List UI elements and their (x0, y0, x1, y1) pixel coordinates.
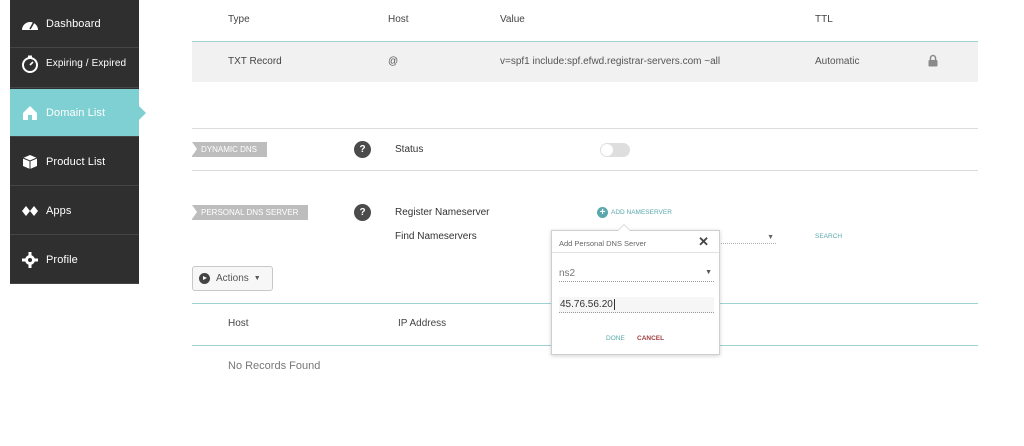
personal-dns-tag: PERSONAL DNS SERVER (192, 205, 309, 220)
sidebar-item-label: Domain List (46, 106, 106, 119)
help-icon[interactable]: ? (354, 141, 371, 158)
status-label: Status (395, 144, 424, 155)
nameserver-select-value: ns2 (559, 268, 576, 279)
empty-state-text: No Records Found (228, 360, 321, 372)
play-icon (199, 273, 210, 284)
divider (192, 170, 978, 171)
column-header-ip-address: IP Address (398, 318, 447, 329)
record-ttl: Automatic (815, 56, 860, 67)
sidebar-item-label: Profile (46, 253, 78, 266)
add-personal-dns-popup: Add Personal DNS Server ✕ ns2 ▼ 45.76.56… (551, 224, 720, 355)
sidebar-item-label: Apps (46, 204, 72, 217)
dashboard-gauge-icon (19, 13, 41, 35)
find-nameservers-label: Find Nameservers (395, 231, 477, 242)
sidebar-item-apps[interactable]: Apps (10, 187, 139, 235)
table-row[interactable]: TXT Record @ v=spf1 include:spf.efwd.reg… (192, 41, 978, 82)
add-nameserver-button[interactable]: + ADD NAMESERVER (597, 207, 672, 218)
nameserver-select[interactable]: ns2 ▼ (559, 268, 714, 282)
find-nameservers-select[interactable]: ▼ (717, 232, 776, 244)
sidebar-item-label: Dashboard (46, 17, 101, 30)
record-value: v=spf1 include:spf.efwd.registrar-server… (500, 56, 721, 67)
ip-address-input[interactable]: 45.76.56.20 (559, 297, 714, 313)
caret-down-icon: ▼ (253, 275, 261, 282)
apps-icon (19, 200, 41, 222)
sidebar-item-profile[interactable]: Profile (10, 236, 139, 284)
caret-down-icon: ▼ (705, 269, 712, 276)
actions-label: Actions (216, 273, 249, 284)
sidebar-item-expiring[interactable]: Expiring / Expired (10, 40, 139, 88)
add-nameserver-label: ADD NAMESERVER (611, 209, 672, 216)
record-host: @ (388, 56, 399, 67)
sidebar-item-label: Product List (46, 155, 106, 168)
caret-down-icon: ▼ (767, 234, 774, 241)
gear-icon (19, 249, 41, 271)
home-icon (19, 102, 41, 124)
search-button[interactable]: SEARCH (815, 233, 842, 240)
lock-icon (928, 54, 938, 70)
column-header-ttl: TTL (815, 14, 833, 25)
plus-icon: + (597, 207, 608, 218)
help-icon[interactable]: ? (354, 204, 371, 221)
sidebar-item-product-list[interactable]: Product List (10, 138, 139, 186)
sidebar-item-domain-list[interactable]: Domain List (10, 89, 146, 137)
done-button[interactable]: DONE (606, 335, 625, 342)
close-icon[interactable]: ✕ (698, 234, 709, 250)
record-type: TXT Record (228, 56, 282, 67)
sidebar: Dashboard Expiring / Expired Domain List… (10, 0, 146, 284)
divider (552, 252, 719, 253)
column-header-host: Host (228, 318, 249, 329)
column-header-value: Value (500, 14, 525, 25)
column-header-host: Host (388, 14, 409, 25)
register-nameserver-label: Register Nameserver (395, 207, 490, 218)
box-icon (19, 151, 41, 173)
divider (192, 128, 978, 129)
dynamic-dns-toggle[interactable] (600, 143, 630, 157)
dynamic-dns-tag: DYNAMIC DNS (192, 142, 268, 157)
popup-title: Add Personal DNS Server (559, 239, 647, 248)
timer-icon (19, 53, 41, 75)
actions-dropdown[interactable]: Actions ▼ (192, 266, 273, 291)
column-header-type: Type (228, 14, 250, 25)
cancel-button[interactable]: CANCEL (637, 335, 664, 342)
sidebar-item-label: Expiring / Expired (46, 58, 127, 69)
